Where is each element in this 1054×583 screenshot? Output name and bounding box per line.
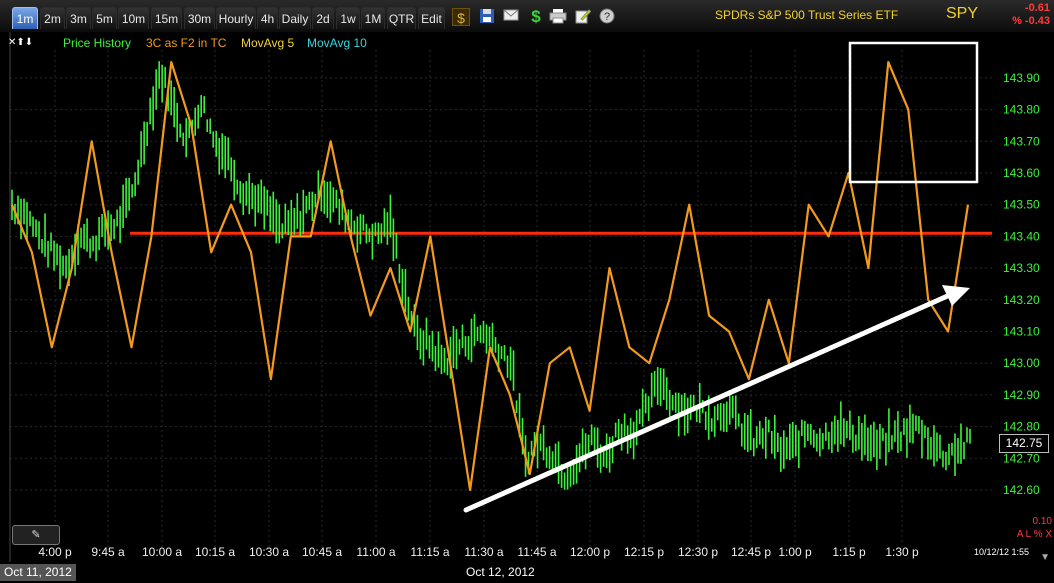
current-price-label: 142.75 (999, 434, 1049, 453)
x-tick-label: 1:15 p (832, 545, 866, 559)
x-tick-label: 12:00 p (570, 545, 610, 559)
y-tick-label: 142.80 (1003, 420, 1040, 434)
y-tick-label: 142.90 (1003, 388, 1040, 402)
x-tick-label: 11:00 a (356, 545, 395, 559)
x-tick-label: 10:15 a (195, 545, 235, 559)
x-tick-label: 9:45 a (91, 545, 125, 559)
y-tick-label: 143.70 (1003, 134, 1040, 148)
x-tick-label: 10:30 a (249, 545, 289, 559)
y-tick-label: 143.20 (1003, 293, 1040, 307)
y-tick-label: 143.80 (1003, 103, 1040, 117)
x-tick-label: 12:45 p (731, 545, 771, 559)
y-tick-label: 142.60 (1003, 483, 1040, 497)
legend-price-history[interactable]: Price History (63, 36, 131, 50)
scroll-down-icon[interactable]: ▼ (1040, 552, 1050, 563)
x-tick-label: 10:45 a (302, 545, 342, 559)
y-tick-label: 143.50 (1003, 198, 1040, 212)
scale-value: 0.10 (1032, 516, 1052, 527)
x-tick-label: 10:00 a (142, 545, 182, 559)
price-chart[interactable]: 143.90 143.80 143.70 143.60 143.50 143.40 143.… (0, 0, 1054, 583)
x-axis: 4:00 p 9:45 a 10:00 a 10:15 a 10:30 a 10:45 a… (38, 545, 919, 559)
legend-movavg-5[interactable]: MovAvg 5 (241, 36, 294, 50)
legend-arrows-icon[interactable]: ✕⬆⬇ (8, 37, 33, 48)
y-tick-label: 143.40 (1003, 229, 1040, 243)
timestamp: 10/12/12 1:55 (973, 547, 1029, 557)
y-tick-label: 143.60 (1003, 166, 1040, 180)
x-tick-label: 1:00 p (778, 545, 812, 559)
x-tick-label: 12:15 p (624, 545, 664, 559)
x-tick-label: 4:00 p (38, 545, 72, 559)
x-tick-label: 11:45 a (517, 545, 556, 559)
y-tick-label: 143.10 (1003, 325, 1040, 339)
x-tick-label: 11:30 a (464, 545, 503, 559)
y-tick-label: 142.70 (1003, 451, 1040, 465)
x-tick-label: 12:30 p (678, 545, 718, 559)
axis-controls[interactable]: A L % X (1017, 529, 1052, 540)
chart-window: 1m 2m 3m 5m 10m 15m 30m Hourly 4h Daily … (0, 0, 1054, 583)
legend-movavg-10[interactable]: MovAvg 10 (307, 36, 367, 50)
legend-indicator[interactable]: 3C as F2 in TC (146, 36, 226, 50)
y-tick-label: 143.00 (1003, 356, 1040, 370)
y-tick-label: 143.90 (1003, 71, 1040, 85)
y-tick-label: 143.30 (1003, 261, 1040, 275)
drawing-tool-button[interactable]: ✎ (12, 525, 60, 545)
x-tick-label: 1:30 p (885, 545, 919, 559)
x-tick-label: 11:15 a (410, 545, 449, 559)
date-previous-session: Oct 11, 2012 (0, 564, 76, 581)
date-current-session: Oct 12, 2012 (466, 565, 535, 579)
